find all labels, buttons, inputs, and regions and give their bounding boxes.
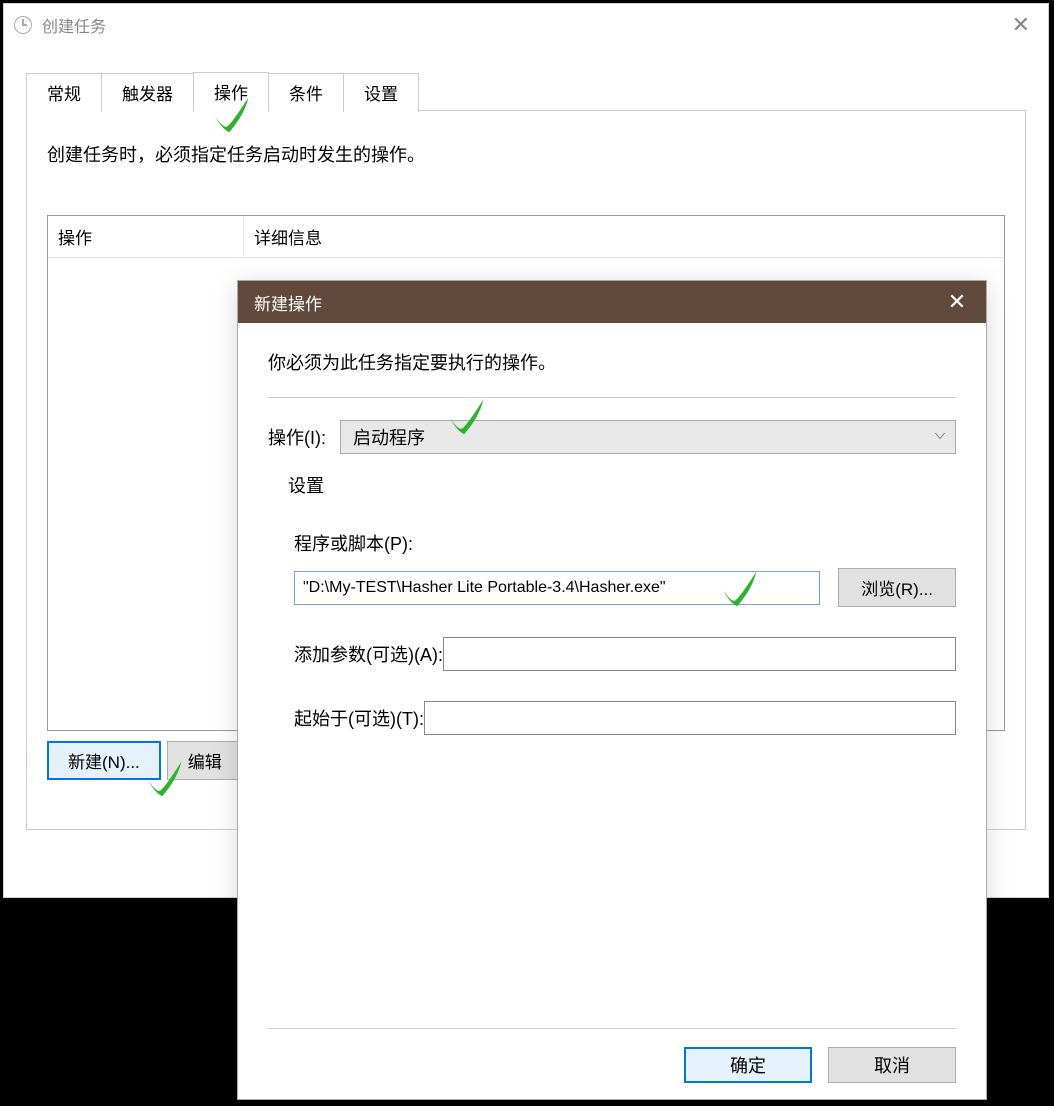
browse-button[interactable]: 浏览(R)...	[838, 568, 956, 607]
close-icon[interactable]: ✕	[932, 281, 982, 323]
tab-conditions[interactable]: 条件	[268, 73, 344, 112]
col-details[interactable]: 详细信息	[244, 216, 1004, 257]
actions-list-header: 操作 详细信息	[48, 216, 1004, 258]
action-type-value: 启动程序	[353, 424, 425, 450]
tab-triggers[interactable]: 触发器	[101, 73, 194, 112]
background-right	[987, 898, 1054, 1106]
action-type-row: 操作(I): 启动程序	[268, 420, 956, 454]
col-action[interactable]: 操作	[48, 216, 244, 257]
program-label: 程序或脚本(P):	[294, 530, 956, 556]
startin-label: 起始于(可选)(T):	[294, 705, 424, 731]
new-action-button[interactable]: 新建(N)...	[47, 741, 161, 780]
settings-group: 设置 程序或脚本(P): 浏览(R)... 添加参数(可选)(A): 起始于(可…	[268, 472, 956, 765]
child-titlebar: 新建操作 ✕	[238, 281, 986, 323]
args-label: 添加参数(可选)(A):	[294, 641, 443, 667]
background-left	[0, 898, 237, 1106]
parent-titlebar: 创建任务 ✕	[4, 4, 1048, 46]
edit-action-button[interactable]: 编辑	[167, 741, 243, 780]
tab-strip: 常规 触发器 操作 条件 设置	[26, 72, 1038, 111]
args-input[interactable]	[443, 637, 956, 671]
actions-desc: 创建任务时，必须指定任务启动时发生的操作。	[47, 141, 1005, 167]
child-footer: 确定 取消	[268, 1028, 956, 1083]
child-body: 你必须为此任务指定要执行的操作。 操作(I): 启动程序 设置 程序或脚本(P)…	[238, 323, 986, 1099]
child-title: 新建操作	[254, 290, 322, 315]
parent-title: 创建任务	[42, 13, 106, 37]
tab-settings[interactable]: 设置	[343, 73, 419, 112]
cancel-button[interactable]: 取消	[828, 1047, 956, 1083]
action-type-label: 操作(I):	[268, 424, 326, 450]
settings-label: 设置	[288, 472, 956, 498]
ok-button[interactable]: 确定	[684, 1047, 812, 1083]
clock-icon	[14, 16, 32, 34]
new-action-dialog: 新建操作 ✕ 你必须为此任务指定要执行的操作。 操作(I): 启动程序 设置 程…	[237, 280, 987, 1100]
chevron-down-icon	[935, 433, 945, 439]
child-desc: 你必须为此任务指定要执行的操作。	[268, 349, 956, 398]
action-type-select[interactable]: 启动程序	[340, 420, 956, 454]
program-input[interactable]	[294, 571, 820, 605]
startin-input[interactable]	[424, 701, 956, 735]
tab-actions[interactable]: 操作	[193, 72, 269, 111]
tab-general[interactable]: 常规	[26, 73, 102, 112]
close-icon[interactable]: ✕	[998, 8, 1044, 42]
